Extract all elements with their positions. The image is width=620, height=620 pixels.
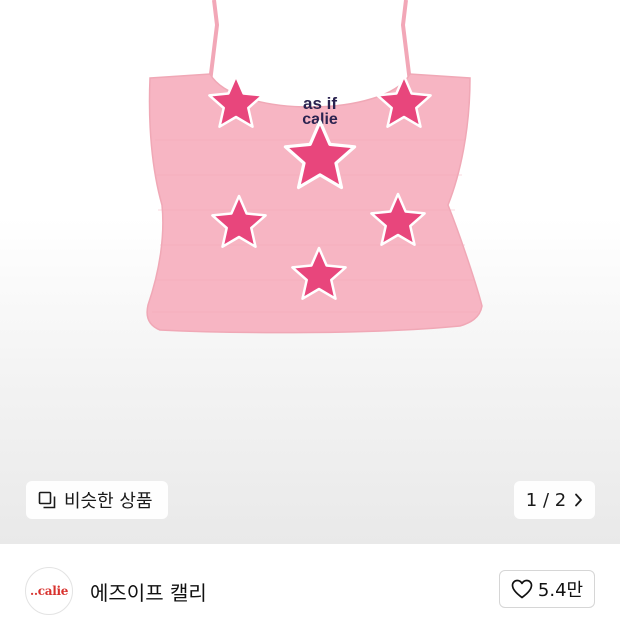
- similar-products-button[interactable]: 비슷한 상품: [26, 481, 168, 519]
- brand-logo[interactable]: ..calie: [25, 567, 73, 615]
- product-image-gallery[interactable]: as if calie 비슷한 상품 1 / 2: [0, 0, 620, 544]
- brand-like-button[interactable]: 5.4만: [499, 570, 595, 608]
- brand-name[interactable]: 에즈이프 캘리: [90, 577, 207, 606]
- similar-products-label: 비슷한 상품: [64, 491, 153, 512]
- brand-logo-text: ..calie: [29, 584, 69, 598]
- brand-like-count: 5.4만: [537, 580, 584, 601]
- product-image: as if calie: [146, 0, 483, 334]
- pager-text: 1 / 2: [525, 489, 567, 511]
- similar-products-icon: [38, 491, 56, 509]
- image-pager[interactable]: 1 / 2: [514, 481, 595, 519]
- chevron-right-icon: [574, 493, 583, 507]
- heart-outline-icon: [511, 579, 533, 599]
